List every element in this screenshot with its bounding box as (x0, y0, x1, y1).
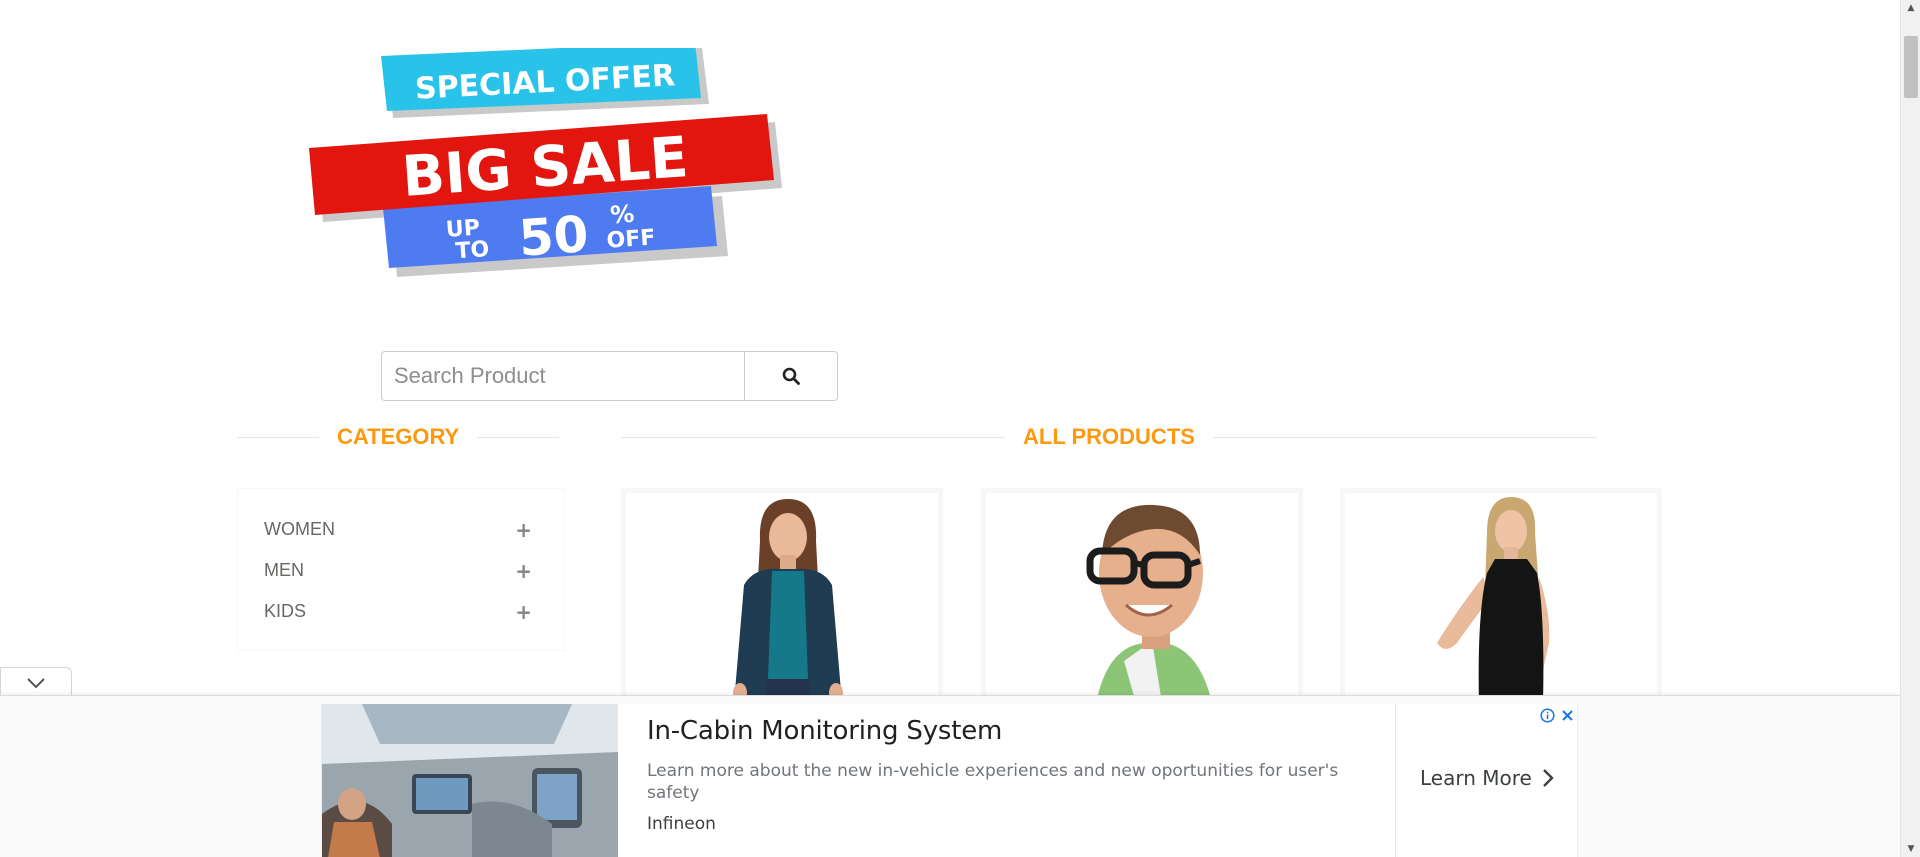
category-label: KIDS (264, 601, 307, 621)
product-card[interactable] (981, 488, 1303, 708)
search-input[interactable] (381, 351, 744, 401)
scroll-up-arrow[interactable]: ▲ (1901, 0, 1920, 16)
search-bar (381, 351, 838, 401)
big-sale-banner[interactable]: SPECIAL OFFER BIG SALE UP TO 50 % OFF (305, 48, 795, 280)
all-products-heading: ALL PRODUCTS (621, 422, 1662, 452)
learn-more-label: Learn More (1420, 766, 1532, 790)
banner-percent: % (609, 200, 635, 230)
divider (1395, 704, 1396, 857)
category-panel: WOMEN + MEN + KIDS + (237, 488, 565, 651)
ad-headline[interactable]: In-Cabin Monitoring System (647, 716, 1347, 746)
search-icon (782, 367, 800, 385)
search-button[interactable] (744, 351, 838, 401)
category-title: CATEGORY (337, 424, 460, 449)
ad-collapse-tab[interactable] (0, 667, 72, 697)
ad-image[interactable] (322, 704, 618, 857)
banner-to: TO (455, 237, 490, 264)
category-item-women[interactable]: WOMEN + (238, 509, 564, 550)
chevron-down-icon (27, 677, 45, 688)
vertical-scrollbar[interactable]: ▲ ▼ (1900, 0, 1920, 857)
plus-icon[interactable]: + (515, 518, 532, 542)
ad-description: Learn more about the new in-vehicle expe… (647, 761, 1339, 803)
product-card[interactable] (621, 488, 943, 708)
scroll-thumb[interactable] (1904, 36, 1918, 98)
ad-banner: In-Cabin Monitoring System Learn more ab… (0, 695, 1900, 857)
chevron-right-icon (1542, 769, 1554, 787)
divider (1212, 436, 1597, 438)
close-icon[interactable] (1561, 709, 1574, 722)
all-products-title: ALL PRODUCTS (1023, 424, 1195, 449)
category-label: MEN (264, 560, 304, 580)
scroll-down-arrow[interactable]: ▼ (1901, 841, 1920, 857)
plus-icon[interactable]: + (515, 600, 532, 624)
category-label: WOMEN (264, 519, 335, 539)
divider (621, 436, 1005, 438)
info-icon[interactable] (1540, 708, 1555, 723)
product-image-dress[interactable] (1345, 493, 1657, 703)
category-item-men[interactable]: MEN + (238, 550, 564, 591)
product-image-man[interactable] (986, 493, 1298, 703)
banner-amount: 50 (517, 205, 590, 268)
product-image-woman[interactable] (626, 493, 938, 703)
product-card[interactable] (1340, 488, 1662, 708)
divider (477, 436, 560, 438)
divider (237, 436, 319, 438)
banner-off: OFF (606, 225, 656, 253)
ad-choices (1540, 708, 1574, 723)
ad-content[interactable]: In-Cabin Monitoring System Learn more ab… (321, 704, 1578, 857)
category-item-kids[interactable]: KIDS + (238, 591, 564, 632)
learn-more-button[interactable]: Learn More (1420, 766, 1554, 790)
plus-icon[interactable]: + (515, 559, 532, 583)
ad-advertiser: Infineon (647, 814, 716, 834)
ad-text: In-Cabin Monitoring System Learn more ab… (647, 716, 1347, 834)
page: SPECIAL OFFER BIG SALE UP TO 50 % OFF CA… (0, 0, 1920, 857)
category-heading: CATEGORY (237, 422, 565, 452)
